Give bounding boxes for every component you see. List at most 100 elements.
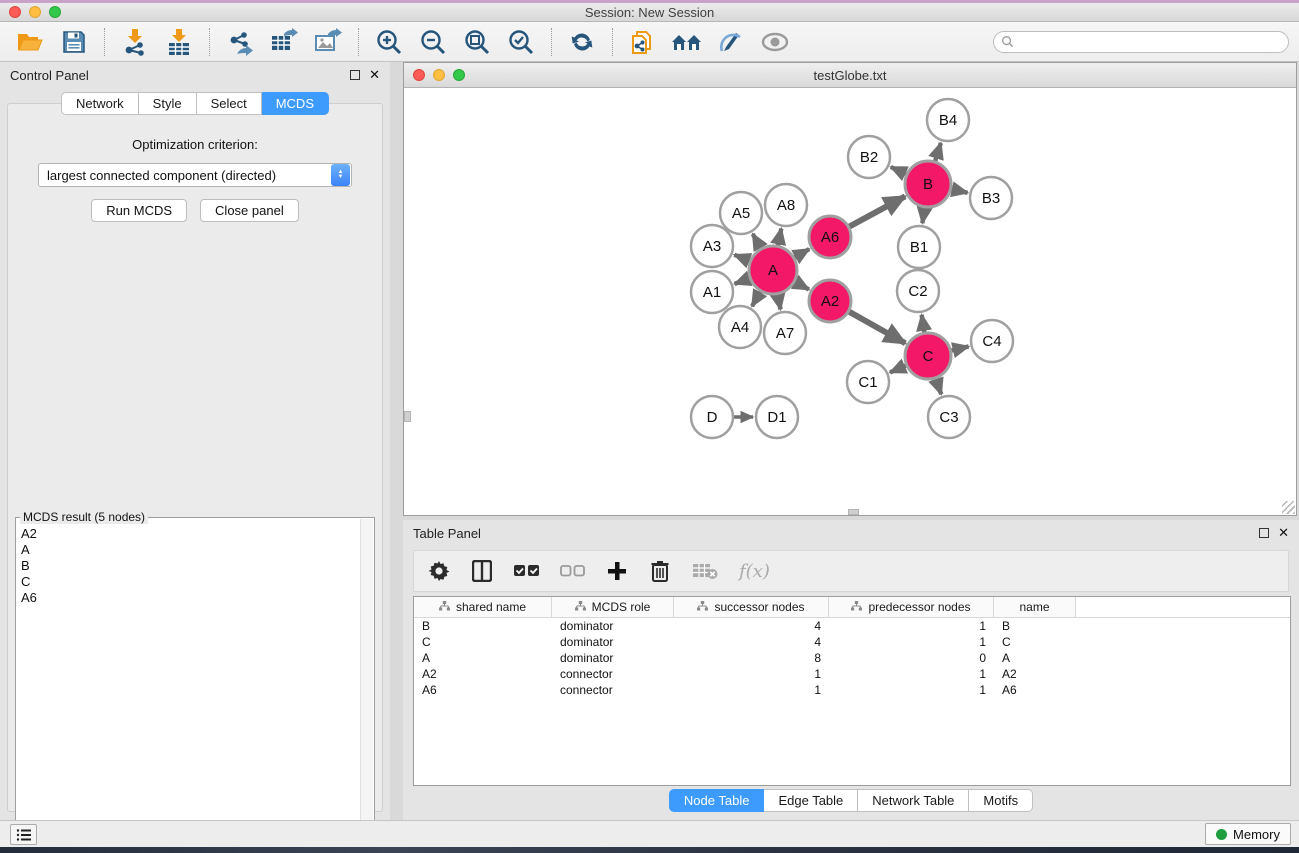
svg-text:A: A bbox=[768, 262, 778, 279]
function-builder-icon[interactable]: f(x) bbox=[739, 558, 770, 584]
graph-node-A2[interactable]: A2 bbox=[809, 280, 851, 322]
graph-node-A8[interactable]: A8 bbox=[765, 184, 807, 226]
close-panel-icon[interactable]: ✕ bbox=[369, 70, 380, 80]
first-neighbors-icon[interactable] bbox=[671, 27, 703, 57]
tab-style[interactable]: Style bbox=[139, 92, 197, 115]
tab-motifs[interactable]: Motifs bbox=[969, 789, 1033, 812]
network-from-selection-icon[interactable] bbox=[627, 27, 659, 57]
refresh-icon[interactable] bbox=[566, 27, 598, 57]
edge-A2-C[interactable] bbox=[847, 310, 906, 343]
resize-grip-icon[interactable] bbox=[1282, 501, 1295, 514]
export-network-icon[interactable] bbox=[224, 27, 256, 57]
graph-node-C[interactable]: C bbox=[905, 333, 951, 379]
column-header-shared-name[interactable]: shared name bbox=[414, 597, 552, 617]
network-canvas[interactable]: B4 B2 B B3 A5 A8 A6 A3 B1 A A1 C2 A2 A4A7 C4 C C1 C3 D D1 bbox=[404, 88, 1296, 515]
delete-table-icon[interactable] bbox=[692, 558, 718, 584]
network-view-window: testGlobe.txt B4 B2 B B3 A5 A8 A6 A3 B1 A A1 C2 A2 A4… bbox=[403, 62, 1297, 516]
task-history-button[interactable] bbox=[10, 824, 37, 845]
run-mcds-button[interactable]: Run MCDS bbox=[91, 199, 187, 222]
graph-node-A6[interactable]: A6 bbox=[809, 216, 851, 258]
column-header-MCDS-role[interactable]: MCDS role bbox=[552, 597, 674, 617]
import-network-icon[interactable] bbox=[119, 27, 151, 57]
criterion-dropdown[interactable]: largest connected component (directed) ▲… bbox=[38, 163, 352, 187]
mcds-result-list[interactable]: A2ABCA6 bbox=[17, 524, 360, 852]
table-cell: 1 bbox=[674, 667, 829, 681]
zoom-selected-icon[interactable] bbox=[505, 27, 537, 57]
table-cell: dominator bbox=[552, 619, 674, 633]
search-input[interactable] bbox=[1014, 35, 1288, 49]
open-session-icon[interactable] bbox=[14, 27, 46, 57]
mcds-result-item[interactable]: B bbox=[21, 558, 360, 574]
delete-icon[interactable] bbox=[649, 558, 671, 584]
add-icon[interactable] bbox=[606, 558, 628, 584]
graph-node-D1[interactable]: D1 bbox=[756, 396, 798, 438]
table-row[interactable]: Cdominator41C bbox=[414, 634, 1290, 650]
tab-edge-table[interactable]: Edge Table bbox=[764, 789, 858, 812]
export-image-icon[interactable] bbox=[312, 27, 344, 57]
column-header-successor-nodes[interactable]: successor nodes bbox=[674, 597, 829, 617]
import-table-icon[interactable] bbox=[163, 27, 195, 57]
svg-text:C4: C4 bbox=[982, 333, 1001, 350]
left-panel-handle[interactable] bbox=[404, 411, 411, 422]
tab-select[interactable]: Select bbox=[197, 92, 262, 115]
graph-node-C2[interactable]: C2 bbox=[897, 270, 939, 312]
close-panel-button[interactable]: Close panel bbox=[200, 199, 299, 222]
graph-node-C1[interactable]: C1 bbox=[847, 361, 889, 403]
table-row[interactable]: A6connector11A6 bbox=[414, 682, 1290, 698]
show-all-icon[interactable] bbox=[759, 27, 791, 57]
memory-button[interactable]: Memory bbox=[1205, 823, 1291, 845]
float-table-panel-icon[interactable] bbox=[1259, 528, 1269, 538]
hierarchy-icon bbox=[439, 600, 450, 614]
tab-mcds[interactable]: MCDS bbox=[262, 92, 329, 115]
graph-node-D[interactable]: D bbox=[691, 396, 733, 438]
table-cell: 1 bbox=[829, 667, 994, 681]
zoom-in-icon[interactable] bbox=[373, 27, 405, 57]
search-box[interactable] bbox=[993, 31, 1289, 53]
zoom-fit-icon[interactable] bbox=[461, 27, 493, 57]
graph-node-B2[interactable]: B2 bbox=[848, 136, 890, 178]
deselect-all-icon[interactable] bbox=[560, 558, 585, 584]
close-table-panel-icon[interactable]: ✕ bbox=[1278, 528, 1289, 538]
columns-icon[interactable] bbox=[471, 558, 493, 584]
tab-network[interactable]: Network bbox=[61, 92, 139, 115]
column-header-predecessor-nodes[interactable]: predecessor nodes bbox=[829, 597, 994, 617]
table-row[interactable]: A2connector11A2 bbox=[414, 666, 1290, 682]
mcds-result-item[interactable]: A2 bbox=[21, 526, 360, 542]
bottom-panel-handle[interactable] bbox=[848, 509, 859, 515]
select-all-icon[interactable] bbox=[514, 558, 539, 584]
node-table[interactable]: shared nameMCDS rolesuccessor nodesprede… bbox=[413, 596, 1291, 786]
save-session-icon[interactable] bbox=[58, 27, 90, 57]
graph-node-B[interactable]: B bbox=[905, 161, 951, 207]
float-panel-icon[interactable] bbox=[350, 70, 360, 80]
graph-node-A7[interactable]: A7 bbox=[764, 312, 806, 354]
graph-node-A5[interactable]: A5 bbox=[720, 192, 762, 234]
graph-node-A4[interactable]: A4 bbox=[719, 306, 761, 348]
table-row[interactable]: Adominator80A bbox=[414, 650, 1290, 666]
svg-text:A8: A8 bbox=[777, 197, 795, 214]
mcds-result-item[interactable]: C bbox=[21, 574, 360, 590]
graph-node-A3[interactable]: A3 bbox=[691, 225, 733, 267]
column-header-name[interactable]: name bbox=[994, 597, 1076, 617]
graph-node-B3[interactable]: B3 bbox=[970, 177, 1012, 219]
tab-node-table[interactable]: Node Table bbox=[669, 789, 765, 812]
graph-node-C3[interactable]: C3 bbox=[928, 396, 970, 438]
memory-label: Memory bbox=[1233, 827, 1280, 842]
zoom-out-icon[interactable] bbox=[417, 27, 449, 57]
graph-node-A[interactable]: A bbox=[749, 246, 797, 294]
table-cell: 1 bbox=[674, 683, 829, 697]
network-graph[interactable]: B4 B2 B B3 A5 A8 A6 A3 B1 A A1 C2 A2 A4A7 C4 C C1 C3 D D1 bbox=[404, 88, 1296, 515]
table-row[interactable]: Bdominator41B bbox=[414, 618, 1290, 634]
graph-node-C4[interactable]: C4 bbox=[971, 320, 1013, 362]
hide-selected-icon[interactable] bbox=[715, 27, 747, 57]
graph-node-B4[interactable]: B4 bbox=[927, 99, 969, 141]
network-window-titlebar[interactable]: testGlobe.txt bbox=[404, 63, 1296, 88]
mcds-list-scrollbar[interactable] bbox=[360, 519, 373, 852]
graph-node-B1[interactable]: B1 bbox=[898, 226, 940, 268]
mcds-result-item[interactable]: A bbox=[21, 542, 360, 558]
graph-node-A1[interactable]: A1 bbox=[691, 271, 733, 313]
edge-A6-B[interactable] bbox=[847, 196, 905, 228]
export-table-icon[interactable] bbox=[268, 27, 300, 57]
mcds-result-item[interactable]: A6 bbox=[21, 590, 360, 606]
tab-network-table[interactable]: Network Table bbox=[858, 789, 969, 812]
gear-icon[interactable] bbox=[428, 558, 450, 584]
